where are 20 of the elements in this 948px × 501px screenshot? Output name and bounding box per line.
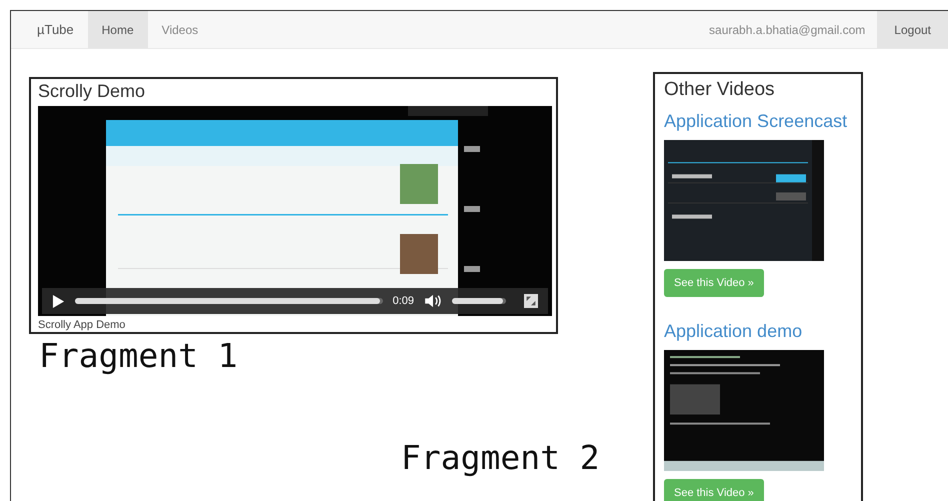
annotation-label: Fragment 2 bbox=[400, 438, 601, 478]
see-video-button[interactable]: See this Video » bbox=[664, 479, 764, 501]
nav-tab[interactable]: Videos bbox=[148, 11, 212, 48]
panel-title: Other Videos bbox=[664, 79, 776, 102]
user-email: saurabh.a.bhatia@gmail.com bbox=[709, 22, 866, 38]
video-caption: Scrolly App Demo bbox=[38, 318, 126, 332]
see-video-button[interactable]: See this Video » bbox=[664, 269, 764, 297]
video-link[interactable]: Application demo bbox=[664, 321, 802, 342]
fullscreen-icon[interactable] bbox=[524, 294, 538, 308]
video-link[interactable]: Application Screencast bbox=[664, 111, 848, 132]
brand-logo[interactable]: µTube bbox=[11, 11, 88, 48]
logout-button[interactable]: Logout bbox=[877, 11, 948, 48]
progress-slider[interactable] bbox=[75, 298, 383, 304]
play-icon[interactable] bbox=[52, 294, 65, 308]
annotation-label: Fragment 1 bbox=[38, 336, 239, 376]
time-label: 0:09 bbox=[392, 295, 414, 307]
nav-tab[interactable]: Home bbox=[88, 11, 148, 48]
video-title: Scrolly Demo bbox=[38, 80, 146, 103]
volume-icon[interactable] bbox=[424, 294, 442, 308]
volume-slider[interactable] bbox=[452, 298, 506, 304]
